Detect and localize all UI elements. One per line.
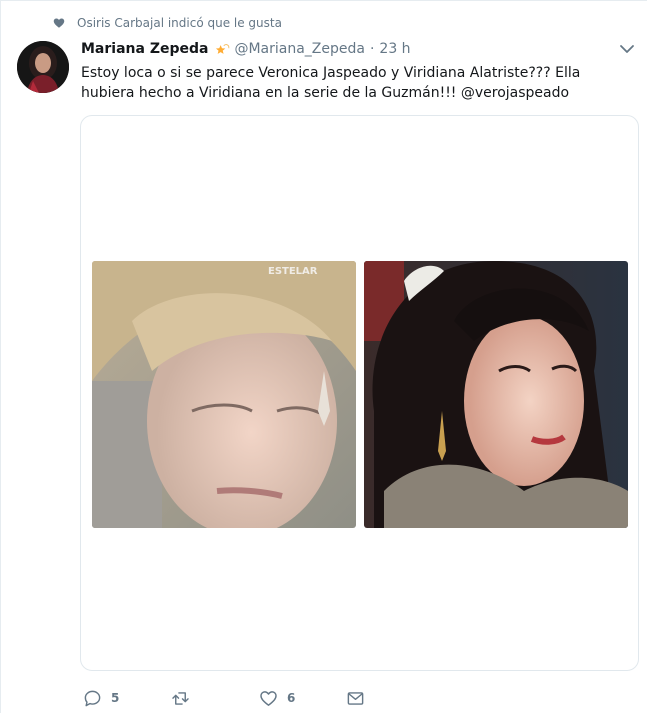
reply-button[interactable]: 5 xyxy=(83,687,119,709)
like-icon xyxy=(260,690,277,706)
like-button[interactable]: 6 xyxy=(259,687,295,709)
social-context-text[interactable]: Osiris Carbajal indicó que le gusta xyxy=(77,16,282,30)
star-emoji-icon xyxy=(216,43,230,54)
tweet-timestamp[interactable]: 23 h xyxy=(379,41,410,57)
heart-icon xyxy=(53,18,65,28)
tweet-actions: 5 6 xyxy=(81,687,481,709)
author-fullname[interactable]: Mariana Zepeda xyxy=(81,41,208,57)
author-screenname[interactable]: @Mariana_Zepeda xyxy=(234,41,365,57)
photo-left[interactable]: ESTELAR xyxy=(92,261,356,528)
like-count: 6 xyxy=(287,691,296,705)
retweet-button[interactable] xyxy=(171,687,199,709)
photo-right[interactable] xyxy=(364,261,628,528)
reply-icon xyxy=(84,690,101,706)
social-context: Osiris Carbajal indicó que le gusta xyxy=(53,14,282,32)
avatar[interactable] xyxy=(17,41,69,93)
avatar-image xyxy=(17,41,69,93)
photo-caption: ESTELAR xyxy=(268,266,318,277)
tweet-header: Mariana Zepeda @Mariana_Zepeda · 23 h xyxy=(81,39,411,59)
reply-count: 5 xyxy=(111,691,120,705)
media-card[interactable]: ESTELAR xyxy=(80,115,639,671)
direct-message-button[interactable] xyxy=(346,687,365,709)
mention-link[interactable]: @verojaspeado xyxy=(461,85,569,101)
chevron-down-icon[interactable] xyxy=(619,43,635,55)
tweet-text: Estoy loca o si se parece Veronica Jaspe… xyxy=(81,63,637,103)
retweet-icon xyxy=(172,691,189,705)
separator-dot: · xyxy=(369,41,375,57)
tweet-container[interactable]: Osiris Carbajal indicó que le gusta Mari… xyxy=(0,0,647,713)
envelope-icon xyxy=(347,691,364,705)
